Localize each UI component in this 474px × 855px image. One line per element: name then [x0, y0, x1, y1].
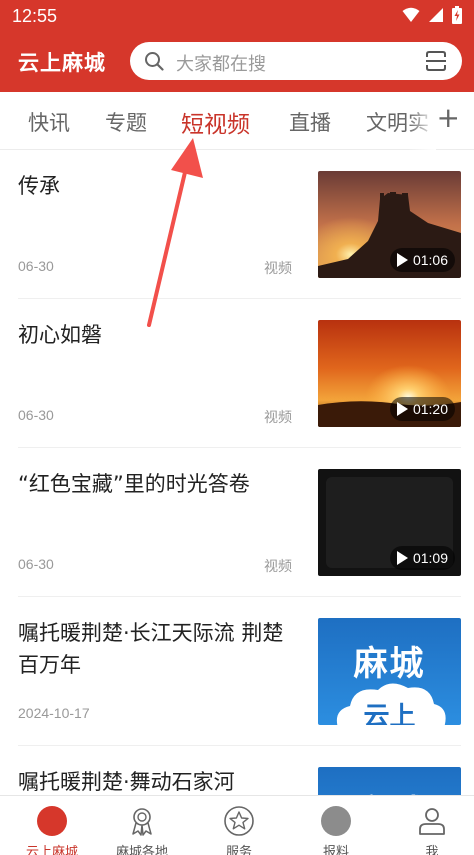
- item-date: 06-30: [18, 258, 54, 274]
- list-item[interactable]: 传承 06-30 视频 01:06: [0, 150, 474, 299]
- user-icon: [419, 808, 445, 835]
- status-icons: [402, 6, 462, 24]
- tab-kuaixun[interactable]: 快讯: [28, 107, 70, 137]
- article-thumbnail[interactable]: 麻城: [318, 767, 461, 795]
- star-icon: [224, 806, 254, 836]
- play-icon: [396, 253, 408, 267]
- item-title: “红色宝藏”里的时光答卷: [18, 472, 250, 496]
- nav-report[interactable]: 报料: [289, 796, 383, 855]
- home-icon: [37, 806, 67, 836]
- tab-zhuanti[interactable]: 专题: [105, 107, 147, 137]
- add-channel-button[interactable]: +: [437, 104, 460, 132]
- list-item[interactable]: “红色宝藏”里的时光答卷 06-30 视频 01:09: [0, 448, 474, 597]
- nav-services[interactable]: 服务: [192, 796, 286, 855]
- scan-icon[interactable]: [425, 50, 447, 72]
- nav-me[interactable]: 我: [385, 796, 474, 855]
- item-type: 视频: [264, 410, 292, 426]
- video-thumbnail[interactable]: 01:06: [318, 171, 461, 278]
- badge-icon: [132, 808, 152, 836]
- app-header: 云上麻城 大家都在搜: [0, 30, 474, 92]
- video-thumbnail[interactable]: 01:20: [318, 320, 461, 427]
- nav-label: 云上麻城: [25, 845, 78, 855]
- signal-icon: [429, 8, 443, 22]
- video-duration: 01:06: [389, 248, 455, 272]
- item-title: 嘱托暖荆楚·长江天际流 荆楚百万年: [18, 621, 284, 677]
- item-date: 06-30: [18, 556, 54, 572]
- app-brand: 云上麻城: [18, 51, 106, 75]
- search-icon: [145, 52, 164, 71]
- list-item[interactable]: 嘱托暖荆楚·长江天际流 荆楚百万年 2024-10-17 麻城 云上: [0, 597, 474, 746]
- nav-regions[interactable]: 麻城各地: [95, 796, 189, 855]
- battery-icon: [452, 6, 462, 24]
- thumbnail-logo-text: 云上: [363, 702, 416, 725]
- duration-text: 01:20: [412, 401, 448, 417]
- video-duration: 01:20: [389, 397, 455, 421]
- list-item[interactable]: 初心如磐 06-30 视频 01:20: [0, 299, 474, 448]
- channel-tabs: 快讯 专题 短视频 直播 文明实 +: [0, 92, 474, 150]
- status-time: 12:55: [12, 6, 58, 26]
- list-item[interactable]: 嘱托暖荆楚·舞动石家河 麻城: [0, 746, 474, 795]
- nav-home[interactable]: 云上麻城: [5, 796, 99, 855]
- nav-label: 服务: [225, 845, 252, 855]
- item-date: 2024-10-17: [18, 705, 90, 721]
- video-feed: 传承 06-30 视频 01:06 初心如磐 06-30 视频 01:20 “红…: [0, 150, 474, 795]
- item-title: 初心如磐: [18, 323, 102, 347]
- item-type: 视频: [264, 559, 292, 575]
- tab-live[interactable]: 直播: [289, 107, 331, 137]
- wifi-icon: [402, 7, 420, 22]
- nav-label: 报料: [322, 845, 349, 855]
- duration-text: 01:06: [412, 252, 448, 268]
- video-duration: 01:09: [389, 546, 455, 570]
- article-thumbnail[interactable]: 麻城 云上: [318, 618, 461, 725]
- search-placeholder: 大家都在搜: [176, 54, 266, 75]
- item-date: 06-30: [18, 407, 54, 423]
- status-bar: 12:55: [0, 0, 474, 30]
- tab-short-video[interactable]: 短视频: [181, 105, 250, 139]
- item-type: 视频: [264, 261, 292, 277]
- nav-label: 我: [425, 845, 439, 855]
- thumbnail-logo-text: 麻城: [318, 785, 461, 795]
- bottom-navigation: 云上麻城 麻城各地 服务 报料 我: [0, 795, 474, 855]
- tab-fade: [408, 92, 436, 150]
- item-title: 传承: [18, 174, 60, 198]
- search-bar[interactable]: 大家都在搜: [130, 42, 462, 80]
- play-icon: [396, 402, 408, 416]
- duration-text: 01:09: [412, 550, 448, 566]
- item-title: 嘱托暖荆楚·舞动石家河: [18, 770, 235, 794]
- video-thumbnail[interactable]: 01:09: [318, 469, 461, 576]
- report-icon: [321, 806, 351, 836]
- play-icon: [396, 551, 408, 565]
- nav-label: 麻城各地: [115, 845, 168, 855]
